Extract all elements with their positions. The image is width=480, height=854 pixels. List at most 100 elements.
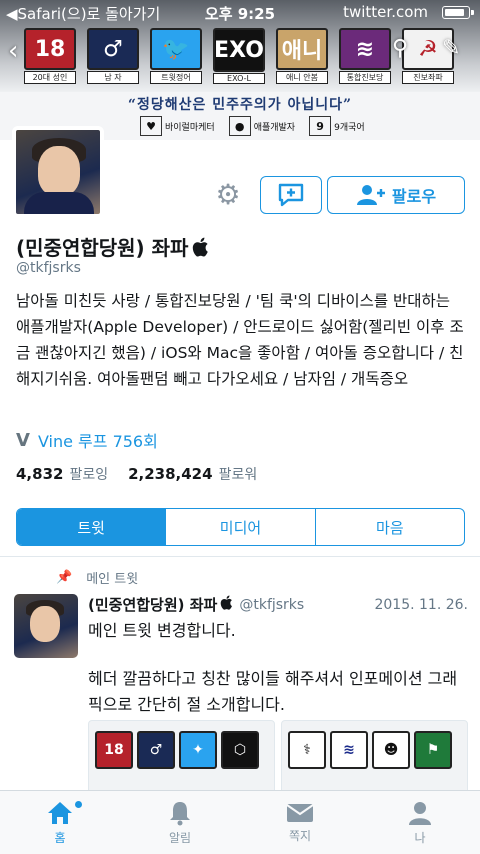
profile-handle: @tkfjsrks [16,260,81,276]
profile-name: (민중연합당원) 좌파 [16,232,209,261]
tabbar-me[interactable]: 나 [360,791,480,854]
envelope-icon [286,803,314,822]
status-domain: twitter.com [343,3,428,21]
male-icon: ♂ [137,731,175,769]
person-icon [409,801,431,825]
exo-icon: ⬡ [221,731,259,769]
follow-button[interactable]: 팔로우 [327,176,465,214]
avatar-face [38,146,80,196]
vine-link[interactable]: V Vine 루프 756회 [16,428,158,452]
banner-tile-caption: 트윗정어 [150,71,202,84]
banner-badges: ♥ 바이럴마케터 ● 애플개발자 9 9개국어 [140,116,365,136]
vine-icon: V [16,429,30,451]
banner-tile: ♂ 남 자 [87,28,139,84]
badge-18-icon: 18 [95,731,133,769]
tweet-text: 메인 트윗 변경합니다. 헤더 깔끔하다고 칭찬 많이들 해주셔서 인포메이션 … [88,618,468,718]
banner-tile-icon: 애니 [276,28,328,70]
back-arrow-icon[interactable]: ‹ [8,36,18,66]
battery-icon [442,6,474,19]
banner-slogan: “정당해산은 민주주의가 아닙니다” [127,97,353,113]
notification-dot [75,801,82,808]
heart-icon: ♥ [140,116,162,136]
tweet-avatar[interactable] [14,594,78,658]
media-image[interactable]: ⚕ ≋ ☻ ⚑ [281,720,468,800]
avatar-face [30,606,60,642]
banner-tile-icon: 18 [24,28,76,70]
tab-tweets[interactable]: 트윗 [17,509,167,545]
following-label: 팔로잉 [69,467,109,483]
tabbar-label: 나 [414,830,426,845]
followers-count: 2,238,424 [128,465,213,483]
banner-tile-caption: 20대 성인 [24,71,76,84]
tweet-author-name[interactable]: (민중연합당원) 좌파 [88,594,217,615]
followers-stat[interactable]: 2,238,424 팔로워 [128,464,257,484]
apple-logo-icon: ● [228,116,251,136]
profile-banner: ◀Safari(으)로 돌아가기 오후 9:25 twitter.com 18 2… [0,0,480,140]
avatar-suit [24,192,94,214]
tabbar-label: 알림 [168,830,192,845]
banner-tile-icon: EXO [213,28,265,72]
following-count: 4,832 [16,465,64,483]
apple-logo-icon [220,595,233,614]
direct-message-button[interactable] [260,176,322,214]
tabbar-label: 홈 [54,830,66,845]
profile-bio: 남아돌 미친듯 사랑 / 통합진보당원 / '팀 쿡'의 디바이스를 반대하는 … [16,292,464,388]
caduceus-icon: ⚕ [288,731,326,769]
follow-button-label: 팔로우 [391,187,437,206]
tabbar-label: 쪽지 [288,828,312,843]
message-plus-icon [278,183,304,207]
bird-icon: ✦ [179,731,217,769]
banner-tile-icon: 🐦 [150,28,202,70]
following-stat[interactable]: 4,832 팔로잉 [16,464,108,484]
banner-tile-caption: 애니 안봄 [276,71,328,84]
profile-tabs: 트윗 미디어 마음 [16,508,465,546]
search-icon[interactable]: ⚲ [392,36,408,61]
person-icon: ☻ [372,731,410,769]
home-icon [48,801,72,824]
banner-badge-label: 9개국어 [334,122,365,133]
compose-icon[interactable]: ✎ [442,36,460,61]
banner-tile: EXO EXO-L [213,28,265,84]
nine-icon: 9 [309,116,332,136]
tweet-header: (민중연합당원) 좌파 @tkfjsrks 2015. 11. 26. [88,594,468,615]
battery-level [445,9,464,16]
pinned-tweet-label: 📌 메인 트윗 [56,568,138,587]
tab-media[interactable]: 미디어 [166,509,316,545]
pin-icon: 📌 [56,570,73,585]
vine-label: Vine 루프 756회 [37,432,158,451]
apple-logo-icon [193,237,209,257]
tab-likes[interactable]: 마음 [316,509,464,545]
add-user-icon [356,185,385,205]
flag-icon: ⚑ [414,731,452,769]
party-logo-icon: ≋ [330,731,368,769]
status-bar: ◀Safari(으)로 돌아가기 오후 9:25 twitter.com [0,0,480,26]
banner-tile: 🐦 트윗정어 [150,28,202,84]
banner-tile-caption: EXO-L [213,73,265,84]
banner-tile-icon: ≋ [339,28,391,70]
pinned-label-text: 메인 트윗 [86,572,139,587]
tabbar-home[interactable]: 홈 [0,791,120,854]
banner-tile-icon: ♂ [87,28,139,70]
banner-tile-caption: 진보좌파 [402,71,454,84]
banner-tile: 18 20대 성인 [24,28,76,84]
banner-badge: ♥ 바이럴마케터 [140,116,215,136]
media-image[interactable]: 18 ♂ ✦ ⬡ [88,720,275,800]
banner-tile: 애니 애니 안봄 [276,28,328,84]
profile-name-text: (민중연합당원) 좌파 [16,236,189,260]
tweet-media[interactable]: 18 ♂ ✦ ⬡ ⚕ ≋ ☻ ⚑ [88,720,468,800]
banner-tile-caption: 남 자 [87,71,139,84]
banner-badge-label: 바이럴마케터 [165,122,215,133]
tabbar-messages[interactable]: 쪽지 [240,791,360,854]
tabbar-notifications[interactable]: 알림 [120,791,240,854]
gear-icon[interactable]: ⚙ [213,180,243,210]
profile-avatar[interactable] [12,126,104,218]
bell-icon [170,801,190,825]
tweet-author-handle: @tkfjsrks [239,596,305,613]
banner-tile-caption: 통합진보당 [339,71,391,84]
banner-badge: ● 애플개발자 [228,116,296,136]
divider [0,556,480,557]
banner-badge-label: 애플개발자 [253,122,296,133]
tweet-date: 2015. 11. 26. [374,596,468,613]
tweet-text-line: 헤더 깔끔하다고 칭찬 많이들 해주셔서 인포메이션 그래픽으로 간단히 절 소… [88,669,458,714]
tweet-text-line: 메인 트윗 변경합니다. [88,621,236,640]
